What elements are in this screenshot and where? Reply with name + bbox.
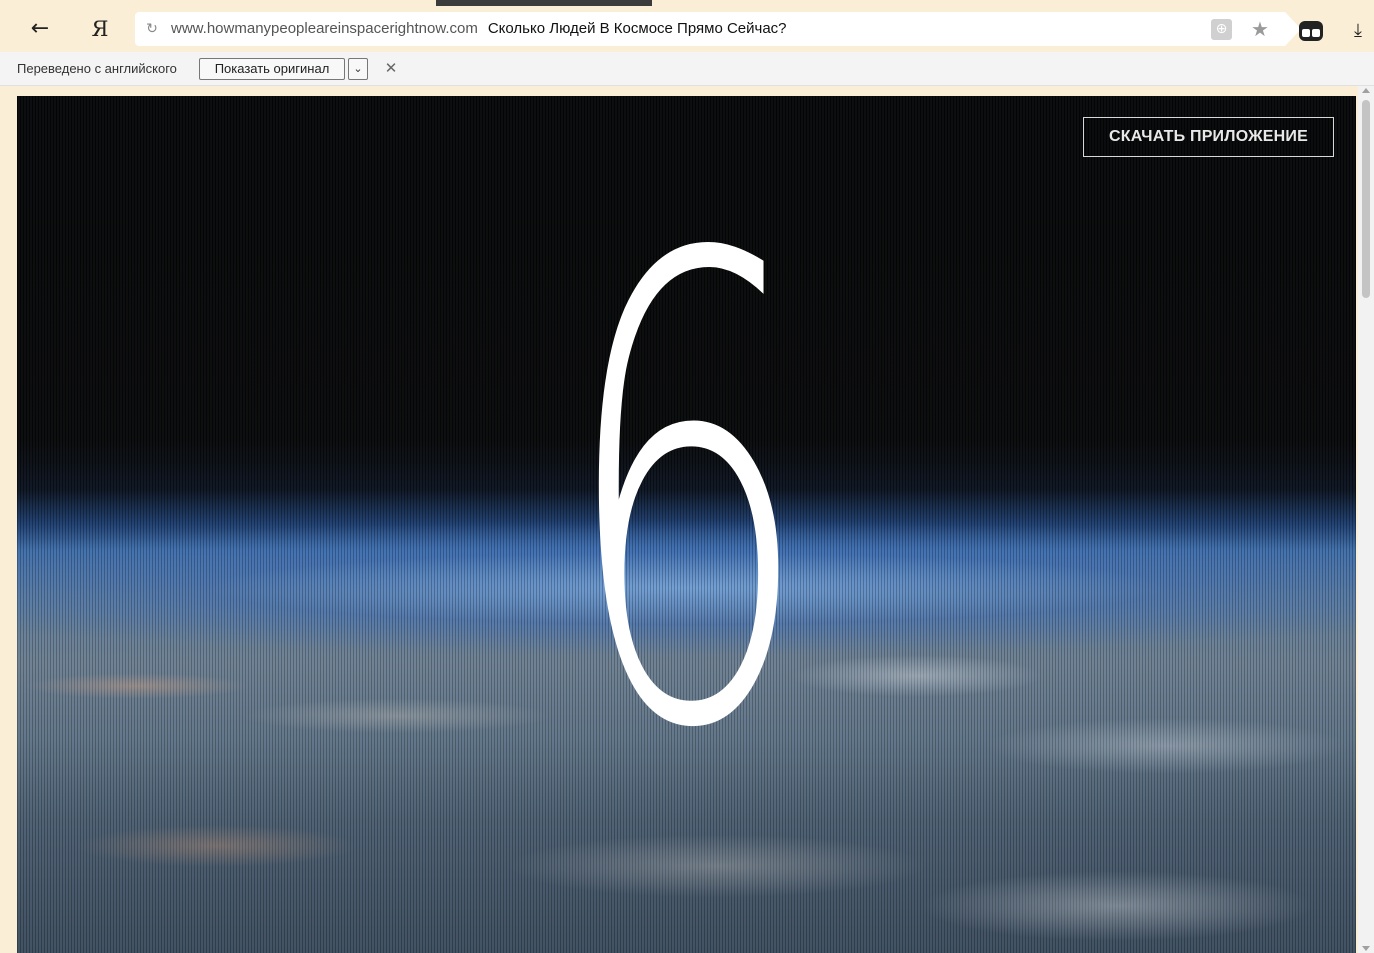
download-app-button[interactable]: СКАЧАТЬ ПРИЛОЖЕНИЕ bbox=[1083, 117, 1334, 157]
scroll-down-arrow-icon[interactable] bbox=[1362, 946, 1370, 951]
back-button[interactable]: ← bbox=[24, 14, 56, 44]
reload-icon[interactable]: ↻ bbox=[143, 20, 161, 38]
browser-toolbar: ← Я ↻ www.howmanypeopleareinspacerightno… bbox=[0, 6, 1374, 52]
close-icon[interactable]: ✕ bbox=[381, 58, 401, 80]
scroll-thumb[interactable] bbox=[1362, 100, 1370, 298]
translation-bar: Переведено с английского Показать оригин… bbox=[0, 52, 1374, 86]
show-original-button[interactable]: Показать оригинал bbox=[199, 58, 345, 80]
url-text[interactable]: www.howmanypeopleareinspacerightnow.com С… bbox=[171, 12, 787, 46]
incognito-extension-icon[interactable] bbox=[1299, 21, 1323, 41]
url-domain: www.howmanypeopleareinspacerightnow.com bbox=[171, 20, 478, 37]
chevron-down-icon[interactable]: ⌄ bbox=[348, 58, 368, 80]
translate-icon[interactable]: ⊕ bbox=[1211, 19, 1232, 40]
scroll-up-arrow-icon[interactable] bbox=[1362, 88, 1370, 93]
people-in-space-count: 6 bbox=[560, 123, 813, 868]
address-bar[interactable]: ↻ www.howmanypeopleareinspacerightnow.co… bbox=[135, 12, 1301, 46]
earth-background: СКАЧАТЬ ПРИЛОЖЕНИЕ 6 bbox=[17, 96, 1356, 953]
download-icon[interactable]: ⤓ bbox=[1346, 18, 1370, 44]
translated-from-label: Переведено с английского bbox=[17, 61, 177, 76]
yandex-logo-icon[interactable]: Я bbox=[86, 14, 114, 44]
page-title: Сколько Людей В Космосе Прямо Сейчас? bbox=[487, 20, 787, 37]
bookmark-star-icon[interactable]: ★ bbox=[1249, 17, 1271, 41]
scrollbar[interactable] bbox=[1358, 86, 1374, 953]
